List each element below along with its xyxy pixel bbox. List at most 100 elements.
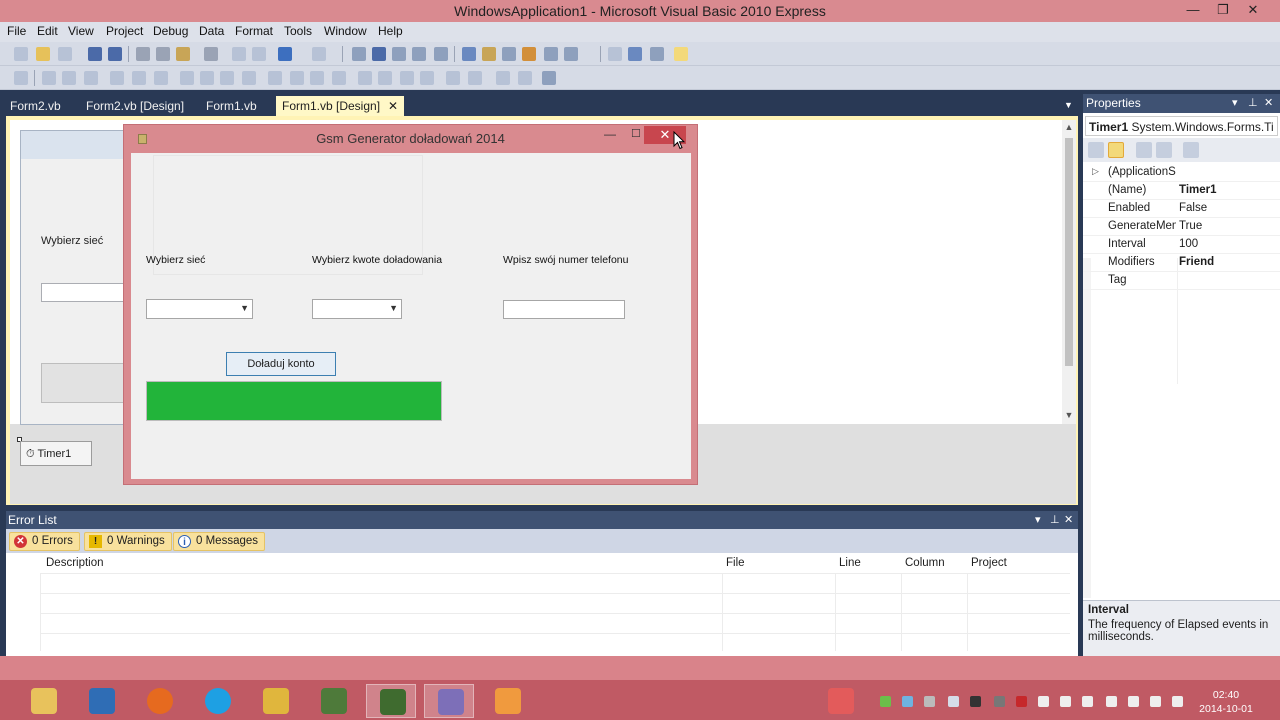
menu-view[interactable]: View [68, 24, 94, 38]
gsm-generator-window[interactable]: Gsm Generator doładowań 2014 — ☐ ✕ Wybie… [123, 124, 698, 485]
size-to-grid-icon[interactable] [242, 71, 256, 85]
tray-input-icon[interactable] [1082, 696, 1093, 707]
find-icon[interactable] [204, 47, 218, 61]
minimize-button[interactable]: — [1178, 0, 1208, 20]
align-centers-icon[interactable] [62, 71, 76, 85]
vspacing-remove-icon[interactable] [420, 71, 434, 85]
copy-icon[interactable] [156, 47, 170, 61]
vspacing-decrease-icon[interactable] [400, 71, 414, 85]
amount-select[interactable]: ▼ [312, 299, 402, 319]
nav-back-icon[interactable] [608, 47, 622, 61]
menu-project[interactable]: Project [106, 24, 143, 38]
taskbar-skype[interactable] [192, 684, 242, 718]
start-page-icon[interactable] [650, 47, 664, 61]
tray-skype-icon[interactable] [902, 696, 913, 707]
pin-icon[interactable]: ⊥ [1248, 96, 1258, 109]
restore-button[interactable]: ❐ [1208, 0, 1238, 20]
column-description[interactable]: Description [46, 557, 104, 569]
property-value[interactable]: Friend [1179, 256, 1214, 268]
send-to-back-icon[interactable] [518, 71, 532, 85]
column-file[interactable]: File [726, 557, 745, 569]
property-row[interactable]: ▷ (ApplicationS [1083, 164, 1280, 182]
phone-input[interactable] [503, 300, 625, 319]
window-layout-icon[interactable] [628, 47, 642, 61]
taskbar-lenovo-app[interactable] [818, 684, 864, 718]
align-bottoms-icon[interactable] [154, 71, 168, 85]
tray-usb-icon[interactable] [1060, 696, 1071, 707]
object-selector[interactable]: Timer1 System.Windows.Forms.Ti [1085, 116, 1278, 136]
scroll-down-icon[interactable]: ▼ [1062, 410, 1076, 420]
step-over-icon[interactable] [412, 47, 426, 61]
open-file-icon[interactable] [36, 47, 50, 61]
column-project[interactable]: Project [971, 557, 1007, 569]
step-into-icon[interactable] [392, 47, 406, 61]
system-clock[interactable]: 02:40 2014-10-01 [1198, 688, 1254, 716]
design-textbox[interactable] [41, 283, 131, 302]
hspacing-remove-icon[interactable] [332, 71, 346, 85]
align-rights-icon[interactable] [84, 71, 98, 85]
scroll-up-icon[interactable]: ▲ [1062, 122, 1076, 132]
redo-icon[interactable] [312, 47, 326, 61]
align-lefts-icon[interactable] [42, 71, 56, 85]
tab-order-icon[interactable] [542, 71, 556, 85]
object-browser-icon[interactable] [522, 47, 536, 61]
database-explorer-icon[interactable] [544, 47, 558, 61]
taskbar-file-explorer[interactable] [18, 684, 68, 718]
tray-app-icon[interactable] [924, 696, 935, 707]
step-out-icon[interactable] [434, 47, 448, 61]
comment-icon[interactable] [232, 47, 246, 61]
solution-explorer-icon[interactable] [462, 47, 476, 61]
menu-format[interactable]: Format [235, 24, 273, 38]
taskbar-visual-basic[interactable] [424, 684, 474, 718]
expand-icon[interactable]: ▷ [1092, 166, 1099, 177]
property-value[interactable]: 100 [1179, 238, 1198, 250]
stop-debugging-icon[interactable] [372, 47, 386, 61]
uncomment-icon[interactable] [252, 47, 266, 61]
tray-wifi-icon[interactable] [1128, 696, 1139, 707]
menu-debug[interactable]: Debug [153, 24, 188, 38]
tab-form2-design[interactable]: Form2.vb [Design] [80, 96, 190, 116]
property-row[interactable]: Enabled False [1083, 200, 1280, 218]
save-icon[interactable] [88, 47, 102, 61]
tray-network-icon[interactable] [880, 696, 891, 707]
property-pages-icon[interactable] [1183, 142, 1199, 158]
center-vertically-icon[interactable] [468, 71, 482, 85]
design-label-network[interactable]: Wybierz sieć [41, 235, 103, 247]
undo-icon[interactable] [278, 47, 292, 61]
pointer-tool-icon[interactable] [674, 47, 688, 61]
align-to-grid-icon[interactable] [14, 71, 28, 85]
tray-device-icon[interactable] [970, 696, 981, 707]
tray-antivirus-icon[interactable] [1016, 696, 1027, 707]
align-tops-icon[interactable] [110, 71, 124, 85]
property-value[interactable]: False [1179, 202, 1207, 214]
column-column[interactable]: Column [905, 557, 945, 569]
property-row[interactable]: Tag [1083, 272, 1280, 290]
paste-icon[interactable] [176, 47, 190, 61]
tray-battery-icon[interactable] [994, 696, 1005, 707]
toolbox-icon[interactable] [502, 47, 516, 61]
menu-edit[interactable]: Edit [37, 24, 58, 38]
tray-keyboard-icon[interactable] [1038, 696, 1049, 707]
vspacing-equal-icon[interactable] [358, 71, 372, 85]
close-button[interactable]: ✕ [1238, 0, 1268, 20]
properties-view-icon[interactable] [1136, 142, 1152, 158]
errors-filter-button[interactable]: ✕ 0 Errors [9, 532, 80, 551]
tray-signal-icon[interactable] [1150, 696, 1161, 707]
property-row[interactable]: (Name) Timer1 [1083, 182, 1280, 200]
column-line[interactable]: Line [839, 557, 861, 569]
same-size-icon[interactable] [220, 71, 234, 85]
same-width-icon[interactable] [180, 71, 194, 85]
bring-to-front-icon[interactable] [496, 71, 510, 85]
alphabetical-icon[interactable] [1108, 142, 1124, 158]
warnings-filter-button[interactable]: ! 0 Warnings [84, 532, 172, 551]
chevron-down-icon[interactable]: ▼ [240, 303, 249, 313]
top-up-button[interactable]: Doładuj konto [226, 352, 336, 376]
tab-overflow-icon[interactable]: ▼ [1064, 100, 1073, 110]
menu-file[interactable]: File [7, 24, 26, 38]
properties-window-icon[interactable] [482, 47, 496, 61]
tab-form1-vb[interactable]: Form1.vb [200, 96, 263, 116]
design-button[interactable] [41, 363, 131, 403]
same-height-icon[interactable] [200, 71, 214, 85]
categorized-icon[interactable] [1088, 142, 1104, 158]
new-project-icon[interactable] [14, 47, 28, 61]
